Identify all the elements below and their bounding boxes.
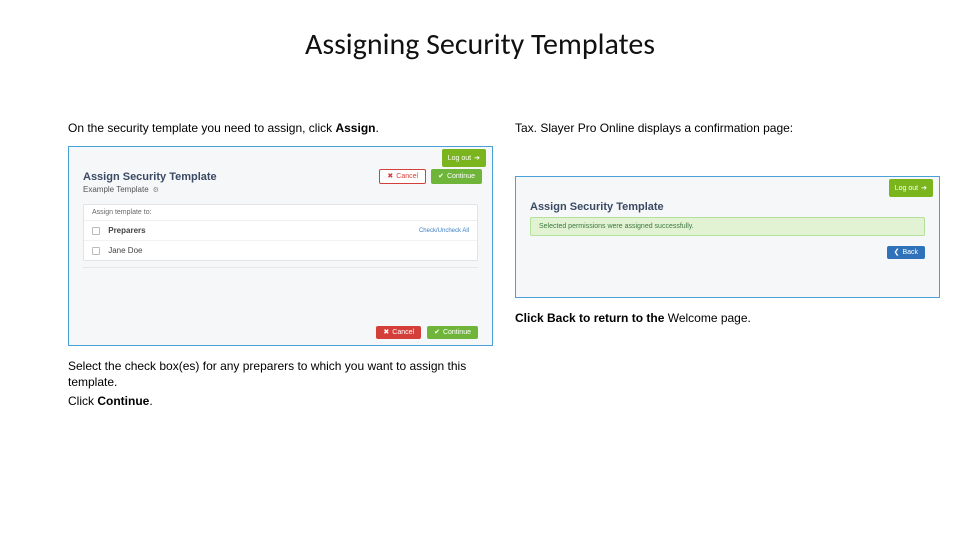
left-instr-suffix: .	[375, 121, 378, 135]
check-icon: ✔	[434, 329, 440, 336]
right-note: Click Back to return to the Welcome page…	[515, 310, 940, 326]
left-instr-prefix: On the security template you need to ass…	[68, 121, 335, 135]
left-note2-bold: Continue	[97, 394, 149, 408]
bottom-continue-label: Continue	[443, 329, 471, 336]
right-column: Tax. Slayer Pro Online displays a confir…	[515, 120, 940, 419]
card-row-preparers: Preparers Check/Uncheck All	[84, 221, 477, 240]
left-panel-subheading: Example Template	[83, 185, 149, 194]
cancel-icon: ✖	[383, 329, 389, 336]
left-instruction: On the security template you need to ass…	[68, 120, 493, 136]
top-cancel-label: Cancel	[396, 173, 418, 180]
logout-label-right: Log out	[895, 185, 918, 192]
bottom-cancel-button[interactable]: ✖ Cancel	[376, 326, 421, 339]
left-screenshot-panel: Log out ➔ ✖ Cancel ✔ Continue Assign Sec…	[68, 146, 493, 346]
card-row-user: Jane Doe	[84, 240, 477, 260]
left-note-2: Click Continue.	[68, 393, 493, 409]
logout-label: Log out	[448, 155, 471, 162]
user-checkbox[interactable]	[92, 247, 100, 255]
check-all-link[interactable]: Check/Uncheck All	[419, 228, 469, 234]
user-label: Jane Doe	[108, 246, 142, 255]
right-screenshot-panel: Log out ➔ Assign Security Template Selec…	[515, 176, 940, 298]
assign-card: Assign template to: Preparers Check/Unch…	[83, 204, 478, 261]
right-panel-heading: Assign Security Template	[516, 197, 939, 215]
left-column: On the security template you need to ass…	[68, 120, 493, 419]
bottom-cancel-label: Cancel	[392, 329, 414, 336]
back-label: Back	[902, 249, 918, 256]
preparers-label: Preparers	[108, 226, 145, 235]
left-note2-suffix: .	[149, 394, 152, 408]
top-continue-label: Continue	[447, 173, 475, 180]
chevron-left-icon: ❮	[894, 249, 900, 256]
logout-icon: ➔	[474, 155, 480, 162]
right-instruction: Tax. Slayer Pro Online displays a confir…	[515, 120, 940, 136]
bottom-continue-button[interactable]: ✔ Continue	[427, 326, 478, 339]
left-note2-prefix: Click	[68, 394, 97, 408]
cancel-icon: ✖	[387, 173, 393, 180]
preparers-checkbox[interactable]	[92, 227, 100, 235]
logout-icon: ➔	[921, 185, 927, 192]
left-note-1: Select the check box(es) for any prepare…	[68, 358, 493, 390]
success-message: Selected permissions were assigned succe…	[530, 217, 925, 236]
top-cancel-button[interactable]: ✖ Cancel	[379, 169, 426, 184]
slide-title: Assigning Security Templates	[0, 26, 960, 63]
right-note-plain: Welcome page.	[668, 311, 751, 325]
check-icon: ✔	[438, 173, 444, 180]
back-button[interactable]: ❮ Back	[887, 246, 925, 259]
logout-button[interactable]: Log out ➔	[442, 149, 486, 167]
right-note-bold: Click Back to return to the	[515, 311, 668, 325]
divider	[83, 267, 478, 268]
logout-button-right[interactable]: Log out ➔	[889, 179, 933, 197]
gear-icon: ⚙	[153, 186, 159, 194]
card-header: Assign template to:	[84, 205, 477, 221]
left-instr-bold: Assign	[335, 121, 375, 135]
top-continue-button[interactable]: ✔ Continue	[431, 169, 482, 184]
